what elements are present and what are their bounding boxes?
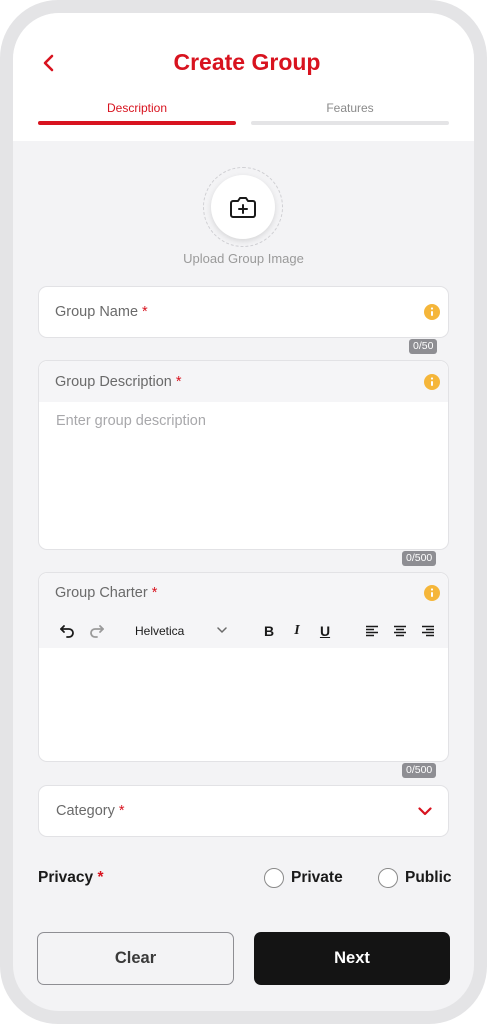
group-charter-label: Group Charter *: [55, 585, 158, 601]
align-center-button[interactable]: [391, 621, 409, 641]
undo-icon: [60, 625, 74, 638]
redo-icon: [90, 625, 104, 638]
align-left-button[interactable]: [363, 621, 381, 641]
align-right-button[interactable]: [419, 621, 437, 641]
info-icon[interactable]: [424, 374, 440, 390]
camera-plus-icon: [230, 197, 256, 218]
privacy-option-public[interactable]: Public: [378, 868, 452, 888]
group-name-counter: 0/50: [409, 339, 438, 354]
undo-button[interactable]: [57, 621, 77, 641]
upload-label: Upload Group Image: [183, 251, 304, 266]
chevron-down-icon: [217, 627, 227, 634]
privacy-option-label: Private: [291, 869, 343, 886]
app-screen: Create Group Description Features Upload…: [13, 13, 474, 1011]
group-charter-counter: 0/500: [402, 763, 437, 778]
group-description-placeholder: Enter group description: [56, 413, 206, 429]
privacy-option-private[interactable]: Private: [264, 868, 343, 888]
privacy-label: Privacy *: [38, 869, 104, 886]
radio-button[interactable]: [264, 868, 284, 888]
group-name-label: Group Name *: [55, 304, 148, 320]
privacy-option-label: Public: [405, 869, 452, 886]
redo-button[interactable]: [87, 621, 107, 641]
tab-features[interactable]: Features: [251, 101, 449, 115]
rich-text-toolbar: Helvetica B I U: [39, 614, 448, 648]
info-icon[interactable]: [424, 304, 440, 320]
tab-description-indicator: [38, 121, 236, 125]
group-description-counter: 0/500: [402, 551, 437, 566]
group-description-field[interactable]: Group Description * Enter group descript…: [38, 360, 449, 550]
align-left-icon: [366, 625, 378, 637]
group-description-label: Group Description *: [55, 374, 182, 390]
page-title: Create Group: [173, 49, 321, 75]
clear-button[interactable]: Clear: [37, 932, 234, 985]
category-select[interactable]: Category *: [38, 785, 449, 837]
font-family-value: Helvetica: [135, 624, 185, 638]
header: Create Group Description Features: [13, 13, 474, 141]
device-frame: Create Group Description Features Upload…: [0, 0, 487, 1024]
italic-button[interactable]: I: [289, 621, 305, 641]
category-label: Category *: [56, 803, 125, 819]
tab-description[interactable]: Description: [38, 101, 236, 115]
radio-button[interactable]: [378, 868, 398, 888]
font-family-select[interactable]: Helvetica: [135, 621, 235, 641]
bold-button[interactable]: B: [261, 621, 277, 641]
chevron-down-icon: [418, 807, 432, 816]
group-name-field[interactable]: Group Name *: [38, 286, 449, 338]
tab-features-indicator: [251, 121, 449, 125]
align-center-icon: [394, 625, 406, 637]
group-charter-field[interactable]: Group Charter * Helvetica B I U: [38, 572, 449, 762]
underline-button[interactable]: U: [317, 621, 333, 641]
next-button[interactable]: Next: [254, 932, 450, 985]
info-icon[interactable]: [424, 585, 440, 601]
upload-image-button[interactable]: [211, 175, 275, 239]
align-right-icon: [422, 625, 434, 637]
